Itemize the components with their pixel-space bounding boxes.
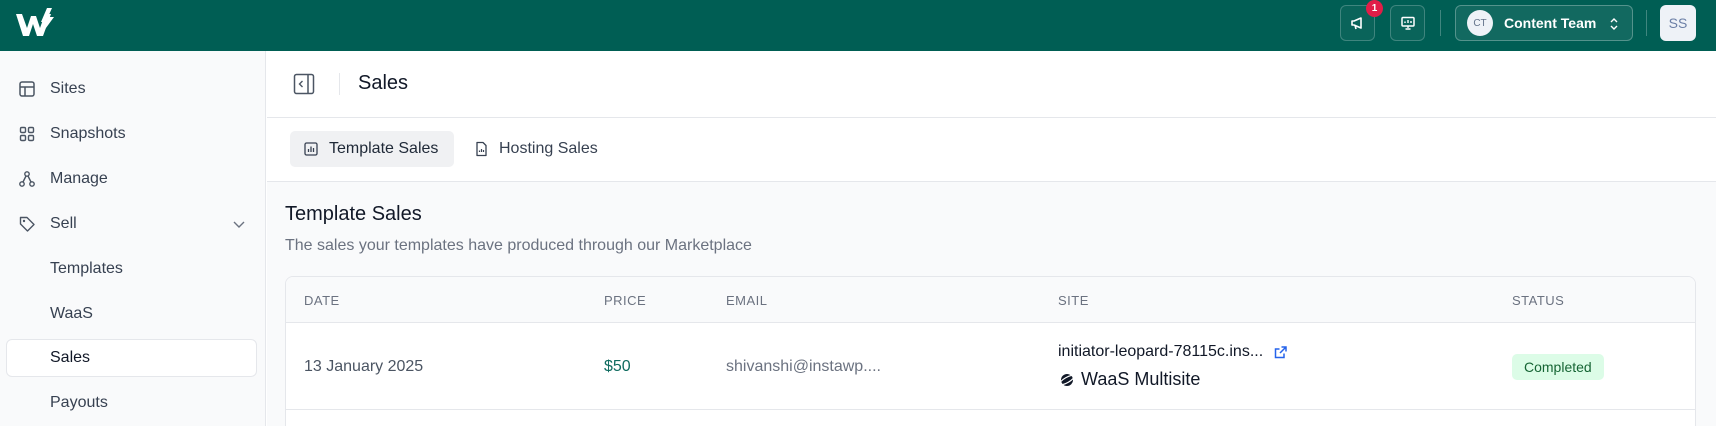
column-header-date: DATE (304, 293, 340, 308)
tag-icon (19, 216, 35, 232)
tab-hosting-sales[interactable]: Hosting Sales (460, 131, 600, 167)
team-name: Content Team (1504, 15, 1597, 31)
team-avatar: CT (1467, 10, 1493, 36)
sales-table: DATE PRICE EMAIL SITE STATUS 13 January … (285, 276, 1696, 426)
topbar-divider-2 (1646, 10, 1647, 36)
sidebar-item-manage[interactable]: Manage (6, 160, 257, 198)
chevron-up-down-icon (1610, 18, 1618, 30)
user-avatar[interactable]: SS (1660, 5, 1696, 41)
section-title: Template Sales (285, 203, 422, 225)
network-icon (19, 171, 35, 187)
team-switcher[interactable]: CT Content Team (1455, 5, 1633, 41)
page-header: Sales (267, 51, 1716, 118)
site-plan: WaaS Multisite (1058, 369, 1200, 390)
tab-bar: Template Sales Hosting Sales (267, 118, 1716, 182)
sidebar-item-label: Sell (50, 215, 77, 232)
announcements-button[interactable]: 1 (1340, 0, 1383, 41)
sidebar-item-label: Manage (50, 170, 108, 187)
column-header-status: STATUS (1512, 293, 1565, 308)
main-content: Sales Template Sales Hosting Sales Templ… (267, 51, 1716, 426)
table-header: DATE PRICE EMAIL SITE STATUS (286, 277, 1695, 323)
page-title: Sales (358, 72, 409, 94)
sidebar-item-label: Snapshots (50, 125, 126, 142)
planet-icon (1058, 373, 1076, 386)
megaphone-icon (1350, 17, 1362, 30)
sidebar-item-payouts[interactable]: Payouts (6, 384, 257, 422)
header-divider (339, 73, 340, 95)
column-header-site: SITE (1058, 293, 1089, 308)
chevron-down-icon (233, 221, 245, 228)
tab-template-sales[interactable]: Template Sales (290, 131, 454, 167)
column-header-price: PRICE (604, 293, 647, 308)
sidebar-item-label: WaaS (50, 305, 93, 322)
layout-icon (19, 81, 35, 97)
grid-icon (19, 126, 35, 142)
top-bar: 1 CT Content Team SS (0, 0, 1716, 51)
sidebar-item-waas[interactable]: WaaS (6, 295, 257, 333)
sidebar-item-snapshots[interactable]: Snapshots (6, 115, 257, 153)
sidebar-item-templates[interactable]: Templates (6, 250, 257, 288)
column-header-email: EMAIL (726, 293, 768, 308)
status-badge: Completed (1512, 354, 1604, 380)
plan-name: WaaS Multisite (1081, 369, 1201, 389)
section-subtitle: The sales your templates have produced t… (285, 237, 752, 254)
sidebar-item-label: Payouts (50, 394, 108, 411)
sale-date: 13 January 2025 (304, 358, 424, 375)
sidebar-collapse-icon[interactable] (293, 73, 315, 95)
tab-label: Hosting Sales (499, 140, 598, 157)
site-link[interactable]: initiator-leopard-78115c.ins... (1058, 343, 1288, 361)
notification-badge: 1 (1366, 0, 1383, 17)
instawp-logo-icon[interactable] (14, 6, 58, 42)
table-row: 13 January 2025 $50 shivanshi@instawp...… (286, 323, 1695, 410)
chart-icon (304, 142, 318, 156)
tab-label: Template Sales (329, 140, 439, 157)
topbar-divider (1440, 10, 1441, 36)
presentation-icon (1400, 16, 1415, 30)
sale-price: $50 (604, 358, 631, 375)
sidebar-item-label: Sites (50, 80, 86, 97)
external-link-icon[interactable] (1273, 345, 1288, 360)
buyer-email: shivanshi@instawp.... (726, 358, 881, 375)
sidebar-item-label: Sales (50, 349, 91, 366)
site-name: initiator-leopard-78115c.ins... (1058, 343, 1264, 360)
sidebar: Sites Snapshots Manage Sell Templates Wa… (0, 51, 266, 426)
sidebar-item-sell[interactable]: Sell (6, 205, 257, 243)
presentation-button[interactable] (1390, 5, 1425, 41)
sidebar-item-sales[interactable]: Sales (6, 339, 257, 377)
sidebar-item-label: Templates (50, 260, 123, 277)
document-icon (476, 141, 487, 157)
sidebar-item-sites[interactable]: Sites (6, 70, 257, 108)
